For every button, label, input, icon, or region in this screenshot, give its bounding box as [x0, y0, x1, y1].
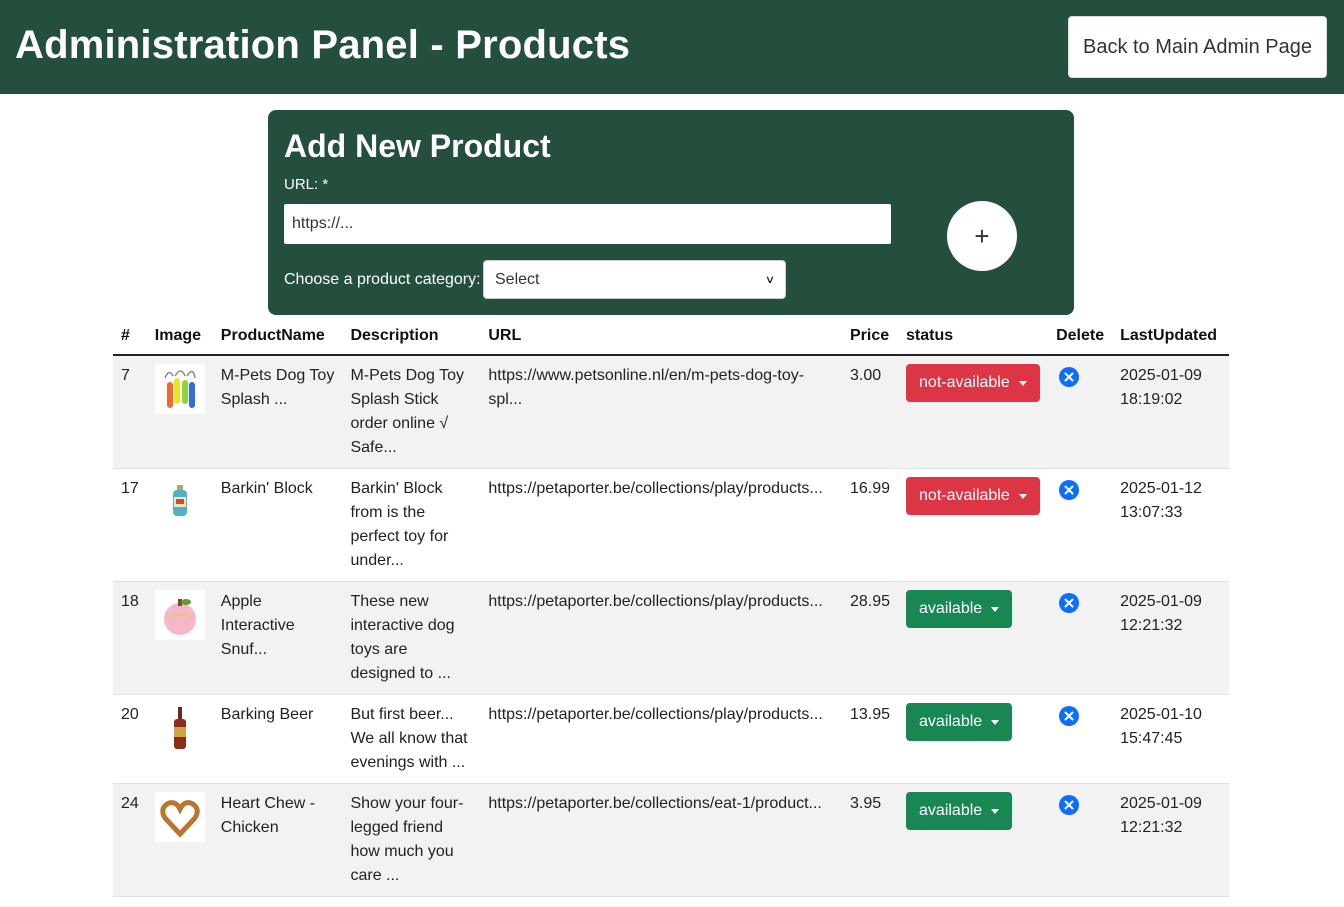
- column-header-productname: ProductName: [212, 318, 343, 356]
- url-input[interactable]: [284, 204, 891, 244]
- delete-icon[interactable]: [1059, 795, 1080, 815]
- table-row: 20 Barking Beer But first beer... We all…: [113, 694, 1229, 784]
- beer-bottle-toy-icon: [173, 707, 186, 749]
- bottle-toy-icon: [172, 485, 187, 516]
- row-id: 18: [113, 581, 147, 695]
- delete-icon[interactable]: [1059, 480, 1080, 500]
- table-header-row: # Image ProductName Description URL Pric…: [113, 318, 1229, 356]
- last-updated-time: 13:07:33: [1120, 504, 1183, 521]
- products-table: # Image ProductName Description URL Pric…: [113, 318, 1229, 897]
- product-image: [154, 590, 205, 640]
- last-updated-date: 2025-01-09: [1120, 795, 1202, 812]
- row-id: 20: [113, 694, 147, 784]
- status-dropdown[interactable]: available: [906, 703, 1013, 741]
- status-dropdown[interactable]: not-available: [906, 364, 1040, 402]
- url-label: URL: *: [284, 176, 329, 193]
- column-header-description: Description: [342, 318, 481, 356]
- column-header-image: Image: [146, 318, 213, 356]
- product-image: [154, 792, 205, 842]
- product-price: 13.95: [841, 694, 899, 784]
- product-url[interactable]: https://petaporter.be/collections/play/p…: [480, 468, 842, 582]
- product-price: 3.95: [841, 783, 899, 897]
- product-name: M-Pets Dog Toy Splash ...: [212, 355, 343, 469]
- table-row: 7 M-Pets Dog Toy Splash ... M-Pets Dog T…: [113, 355, 1229, 469]
- product-price: 3.00: [841, 355, 899, 469]
- table-row: 24 Heart Chew - Chicken Show your four-l…: [113, 783, 1229, 897]
- status-dropdown[interactable]: available: [906, 590, 1013, 628]
- status-label: not-available: [919, 487, 1010, 504]
- column-header-index: #: [113, 318, 147, 356]
- product-price: 16.99: [841, 468, 899, 582]
- delete-icon[interactable]: [1059, 706, 1080, 726]
- caret-down-icon: [1018, 380, 1027, 386]
- last-updated-date: 2025-01-12: [1120, 480, 1202, 497]
- last-updated-time: 12:21:32: [1120, 819, 1183, 836]
- add-product-panel: Add New Product URL: * Choose a product …: [268, 110, 1074, 315]
- caret-down-icon: [991, 808, 1000, 814]
- status-label: not-available: [919, 374, 1010, 391]
- last-updated-date: 2025-01-10: [1120, 706, 1202, 723]
- product-description: Barkin' Block from is the perfect toy fo…: [342, 468, 481, 582]
- category-label: Choose a product category:: [284, 271, 481, 288]
- top-header-bar: Administration Panel - Products Back to …: [0, 0, 1344, 94]
- add-product-button[interactable]: +: [947, 201, 1017, 271]
- last-updated-date: 2025-01-09: [1120, 367, 1202, 384]
- product-description: Show your four-legged friend how much yo…: [342, 783, 481, 897]
- product-name: Barkin' Block: [212, 468, 343, 582]
- product-name: Heart Chew - Chicken: [212, 783, 343, 897]
- product-name: Barking Beer: [212, 694, 343, 784]
- table-row: 17 Barkin' Block Barkin' Block from is t…: [113, 468, 1229, 582]
- table-row: 18 Apple Interactive Snuf... These new i…: [113, 581, 1229, 695]
- row-id: 7: [113, 355, 147, 469]
- product-url[interactable]: https://petaporter.be/collections/eat-1/…: [480, 783, 842, 897]
- status-label: available: [919, 802, 983, 819]
- column-header-lastupdated: LastUpdated: [1112, 318, 1229, 356]
- status-label: available: [919, 713, 983, 730]
- column-header-url: URL: [480, 318, 842, 356]
- delete-icon[interactable]: [1059, 367, 1080, 387]
- column-header-status: status: [898, 318, 1049, 356]
- product-url[interactable]: https://petaporter.be/collections/play/p…: [480, 694, 842, 784]
- product-image: [154, 477, 205, 527]
- chevron-down-icon: ∨: [764, 274, 776, 286]
- apple-plush-icon: [163, 599, 196, 635]
- product-image: [154, 364, 205, 414]
- caret-down-icon: [991, 606, 1000, 612]
- last-updated-time: 15:47:45: [1120, 730, 1183, 747]
- plus-icon: +: [974, 220, 990, 251]
- category-selected-value: Select: [495, 270, 540, 288]
- product-url[interactable]: https://petaporter.be/collections/play/p…: [480, 581, 842, 695]
- page-title: Administration Panel - Products: [15, 23, 631, 67]
- delete-icon[interactable]: [1059, 593, 1080, 613]
- heart-chew-icon: [160, 800, 200, 838]
- product-url[interactable]: https://www.petsonline.nl/en/m-pets-dog-…: [480, 355, 842, 469]
- column-header-price: Price: [841, 318, 899, 356]
- caret-down-icon: [991, 719, 1000, 725]
- last-updated-time: 18:19:02: [1120, 391, 1183, 408]
- add-product-heading: Add New Product: [284, 128, 551, 164]
- last-updated-time: 12:21:32: [1120, 617, 1183, 634]
- last-updated-date: 2025-01-09: [1120, 593, 1202, 610]
- product-image: [154, 703, 205, 753]
- status-label: available: [919, 600, 983, 617]
- product-description: But first beer... We all know that eveni…: [342, 694, 481, 784]
- caret-down-icon: [1018, 493, 1027, 499]
- row-id: 24: [113, 783, 147, 897]
- product-description: M-Pets Dog Toy Splash Stick order online…: [342, 355, 481, 469]
- row-id: 17: [113, 468, 147, 582]
- category-select[interactable]: Select ∨: [483, 260, 786, 299]
- product-description: These new interactive dog toys are desig…: [342, 581, 481, 695]
- status-dropdown[interactable]: not-available: [906, 477, 1040, 515]
- product-name: Apple Interactive Snuf...: [212, 581, 343, 695]
- column-header-delete: Delete: [1048, 318, 1113, 356]
- dog-toy-sticks-icon: [164, 370, 196, 408]
- back-to-main-admin-button[interactable]: Back to Main Admin Page: [1068, 16, 1327, 78]
- status-dropdown[interactable]: available: [906, 792, 1013, 830]
- product-price: 28.95: [841, 581, 899, 695]
